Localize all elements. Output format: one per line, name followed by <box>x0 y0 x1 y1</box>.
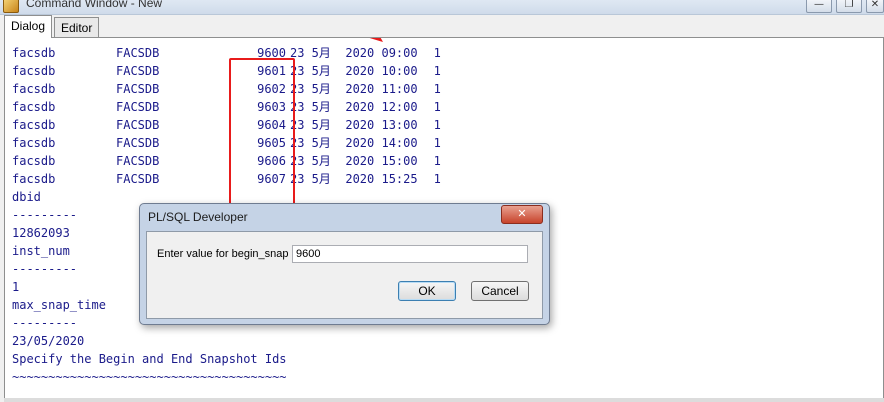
output-text-line: ~~~~~~~~~~~~~~~~~~~~~~~~~~~~~~~~~~~~~~ <box>12 370 287 384</box>
snap-level-cell: 1 <box>433 154 441 168</box>
snapshot-row: facsdb FACSDB 9607 23 5月 2020 15:25 1 <box>12 170 441 188</box>
title-bar: Command Window - New — ❐ ✕ <box>0 0 884 15</box>
restore-button[interactable]: ❐ <box>836 0 862 13</box>
snap-time-cell: 23 5月 2020 12:00 <box>290 100 418 114</box>
output-text-line: 23/05/2020 <box>12 334 85 348</box>
horizontal-scrollbar[interactable] <box>4 398 884 402</box>
app-icon <box>3 0 19 13</box>
ok-button[interactable]: OK <box>398 281 456 301</box>
instance-cell: facsdb <box>12 118 56 132</box>
snap-level-cell: 1 <box>433 118 441 132</box>
annotation-arrow <box>369 38 383 42</box>
instance-cell: facsdb <box>12 82 56 96</box>
db-name-cell: FACSDB <box>116 100 160 114</box>
db-name-cell: FACSDB <box>116 136 160 150</box>
substitution-variable-dialog: PL/SQL Developer ✕ Enter value for begin… <box>139 203 550 325</box>
tab-editor[interactable]: Editor <box>54 17 100 38</box>
close-window-button[interactable]: ✕ <box>866 0 884 13</box>
snapshot-row: facsdb FACSDB 9606 23 5月 2020 15:00 1 <box>12 152 441 170</box>
output-text-line: Specify the Begin and End Snapshot Ids <box>12 352 287 366</box>
snapshot-row: facsdb FACSDB 9604 23 5月 2020 13:00 1 <box>12 116 441 134</box>
db-name-cell: FACSDB <box>116 118 160 132</box>
dialog-title: PL/SQL Developer <box>148 210 248 224</box>
snapshot-row: facsdb FACSDB 9605 23 5月 2020 14:00 1 <box>12 134 441 152</box>
dialog-body: Enter value for begin_snap OK Cancel <box>146 231 543 319</box>
snap-time-cell: 23 5月 2020 15:00 <box>290 154 418 168</box>
db-name-cell: FACSDB <box>116 154 160 168</box>
snapshot-row: facsdb FACSDB 9603 23 5月 2020 12:00 1 <box>12 98 441 116</box>
tab-dialog[interactable]: Dialog <box>4 15 53 38</box>
db-name-cell: FACSDB <box>116 172 160 186</box>
snap-level-cell: 1 <box>433 100 441 114</box>
window-title: Command Window - New <box>26 0 163 10</box>
instance-cell: facsdb <box>12 154 56 168</box>
instance-cell: facsdb <box>12 100 56 114</box>
instance-cell: facsdb <box>12 136 56 150</box>
instance-cell: facsdb <box>12 172 56 186</box>
snap-time-cell: 23 5月 2020 13:00 <box>290 118 418 132</box>
snap-time-cell: 23 5月 2020 15:25 <box>290 172 418 186</box>
snap-level-cell: 1 <box>433 136 441 150</box>
snap-level-cell: 1 <box>433 82 441 96</box>
cancel-button[interactable]: Cancel <box>471 281 529 301</box>
db-name-cell: FACSDB <box>116 82 160 96</box>
snap-level-cell: 1 <box>433 172 441 186</box>
begin-snap-label: Enter value for begin_snap <box>157 248 289 260</box>
minimize-button[interactable]: — <box>806 0 832 13</box>
snap-time-cell: 23 5月 2020 11:00 <box>290 82 418 96</box>
dialog-close-button[interactable]: ✕ <box>501 205 543 224</box>
tab-strip: Dialog Editor <box>0 14 884 38</box>
begin-snap-input[interactable] <box>292 245 528 263</box>
snapshot-row: facsdb FACSDB 9602 23 5月 2020 11:00 1 <box>12 80 441 98</box>
snap-time-cell: 23 5月 2020 14:00 <box>290 136 418 150</box>
